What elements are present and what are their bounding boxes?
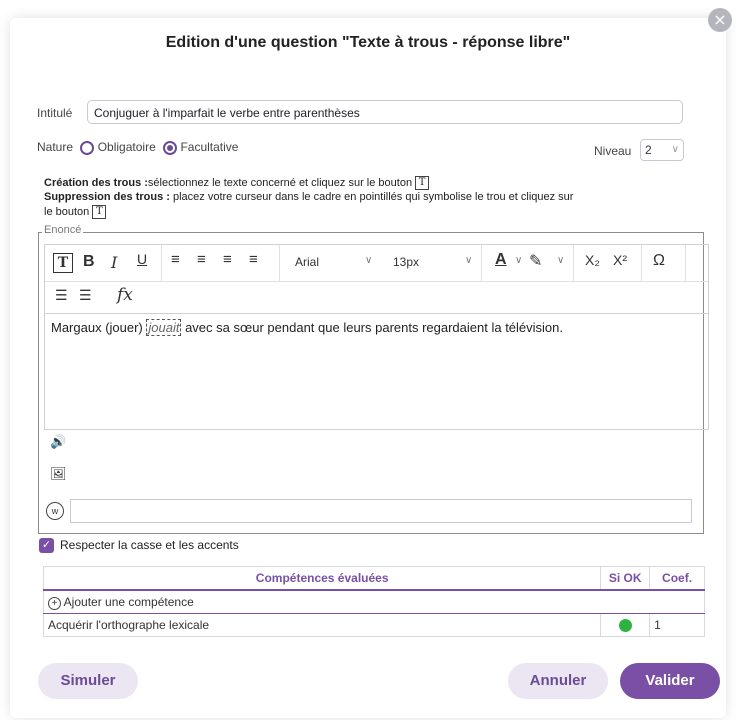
gap-tool-icon: T (92, 205, 107, 219)
close-icon[interactable]: × (708, 8, 732, 32)
align-justify-icon[interactable]: ≡ (249, 251, 258, 268)
bold-icon[interactable]: B (83, 253, 95, 271)
toolbar-row-2: ☰ ☰ fx (45, 281, 708, 313)
chevron-down-icon[interactable]: ∨ (365, 255, 372, 266)
nature-row: Nature Obligatoire Facultative (37, 139, 238, 155)
enonce-editor[interactable]: Margaux (jouer) jouait avec sa sœur pend… (44, 314, 709, 430)
niveau-select[interactable]: 2 ∨ (640, 139, 684, 161)
align-right-icon[interactable]: ≡ (223, 251, 232, 268)
enonce-text-after: avec sa sœur pendant que leurs parents r… (181, 320, 564, 335)
add-icon[interactable]: + (48, 596, 61, 610)
text-color-icon[interactable]: A (495, 251, 507, 269)
highlight-color-icon[interactable]: ✎ (529, 251, 542, 271)
superscript-icon[interactable]: X² (613, 252, 627, 268)
suppression-instruction-cont: le bouton T (44, 205, 107, 219)
simulate-button[interactable]: Simuler (38, 663, 138, 699)
chevron-down-icon[interactable]: ∨ (557, 255, 564, 266)
chevron-down-icon: ∨ (671, 144, 679, 155)
bullet-list-icon[interactable]: ☰ (55, 287, 68, 304)
underline-icon[interactable]: U (137, 251, 147, 267)
chevron-down-icon[interactable]: ∨ (465, 255, 472, 266)
url-input[interactable] (70, 499, 692, 523)
align-left-icon[interactable]: ≡ (171, 251, 180, 268)
font-family-select[interactable]: Arial (295, 255, 319, 269)
align-center-icon[interactable]: ≡ (197, 251, 206, 268)
nature-label: Nature (37, 140, 74, 154)
enonce-legend: Enoncé (42, 224, 84, 236)
cancel-button[interactable]: Annuler (508, 663, 608, 699)
creation-title: Création des trous : (44, 176, 148, 189)
toolbar-separator (573, 245, 574, 281)
editor-toolbar: T B I U ≡ ≡ ≡ ≡ Arial ∨ 13px ∨ A ∨ ✎ ∨ X… (44, 244, 709, 314)
formula-icon[interactable]: fx (117, 285, 133, 305)
insert-gap-icon[interactable]: T (53, 253, 73, 273)
toolbar-separator (685, 245, 686, 281)
add-competence-row[interactable]: + Ajouter une compétence (43, 589, 705, 614)
italic-icon[interactable]: I (111, 253, 117, 272)
add-image-icon[interactable]: 🖼 (50, 466, 67, 482)
toolbar-separator (481, 245, 482, 281)
suppression-text2: le bouton (44, 205, 90, 218)
enonce-text-before: Margaux (jouer) (51, 320, 147, 335)
gap-tool-icon: T (415, 176, 430, 190)
competence-coef[interactable]: 1 (649, 613, 705, 637)
option-facultative-label[interactable]: Facultative (180, 140, 238, 154)
competence-name: Acquérir l'orthographe lexicale (42, 613, 602, 637)
competences-table: Compétences évaluées Si OK Coef. + Ajout… (42, 566, 705, 637)
intitule-label: Intitulé (37, 106, 73, 120)
toolbar-separator (161, 245, 162, 281)
www-link-icon: w (46, 502, 64, 520)
creation-text: sélectionnez le texte concerné et clique… (147, 176, 413, 189)
add-competence-label[interactable]: Ajouter une compétence (64, 595, 194, 609)
validate-button[interactable]: Valider (620, 663, 720, 699)
option-obligatoire-label[interactable]: Obligatoire (98, 140, 156, 154)
font-size-select[interactable]: 13px (393, 255, 419, 269)
competence-status[interactable] (600, 613, 651, 637)
numbered-list-icon[interactable]: ☰ (79, 287, 92, 304)
special-char-icon[interactable]: Ω (653, 252, 665, 270)
header-coef: Coef. (649, 566, 705, 591)
radio-obligatoire[interactable] (80, 140, 95, 155)
add-audio-icon[interactable]: 🔊 (50, 434, 66, 450)
respect-case-label: Respecter la casse et les accents (60, 538, 239, 552)
dialog-title: Edition d'une question "Texte à trous - … (165, 34, 571, 51)
respect-case-checkbox[interactable]: ✓ (39, 538, 54, 553)
header-competences: Compétences évaluées (42, 566, 602, 591)
suppression-text: placez votre curseur dans le cadre en po… (172, 191, 574, 203)
toolbar-row-1: T B I U ≡ ≡ ≡ ≡ Arial ∨ 13px ∨ A ∨ ✎ ∨ X… (45, 245, 708, 282)
suppression-instruction: Suppression des trous : placez votre cur… (44, 191, 704, 203)
table-row: Acquérir l'orthographe lexicale 1 (42, 613, 705, 637)
intitule-input[interactable]: Conjuguer à l'imparfait le verbe entre p… (87, 100, 683, 124)
creation-instruction: Création des trous :sélectionnez le text… (44, 176, 430, 190)
niveau-label: Niveau (594, 144, 632, 158)
radio-facultative[interactable] (163, 140, 178, 155)
niveau-value: 2 (645, 143, 652, 157)
chevron-down-icon[interactable]: ∨ (515, 255, 522, 266)
status-ok-icon (618, 619, 632, 633)
toolbar-separator (641, 245, 642, 281)
subscript-icon[interactable]: X₂ (585, 252, 600, 268)
header-si-ok: Si OK (600, 566, 651, 591)
suppression-title: Suppression des trous : (44, 191, 170, 203)
toolbar-separator (279, 245, 280, 281)
gap-word[interactable]: jouait (146, 319, 182, 336)
